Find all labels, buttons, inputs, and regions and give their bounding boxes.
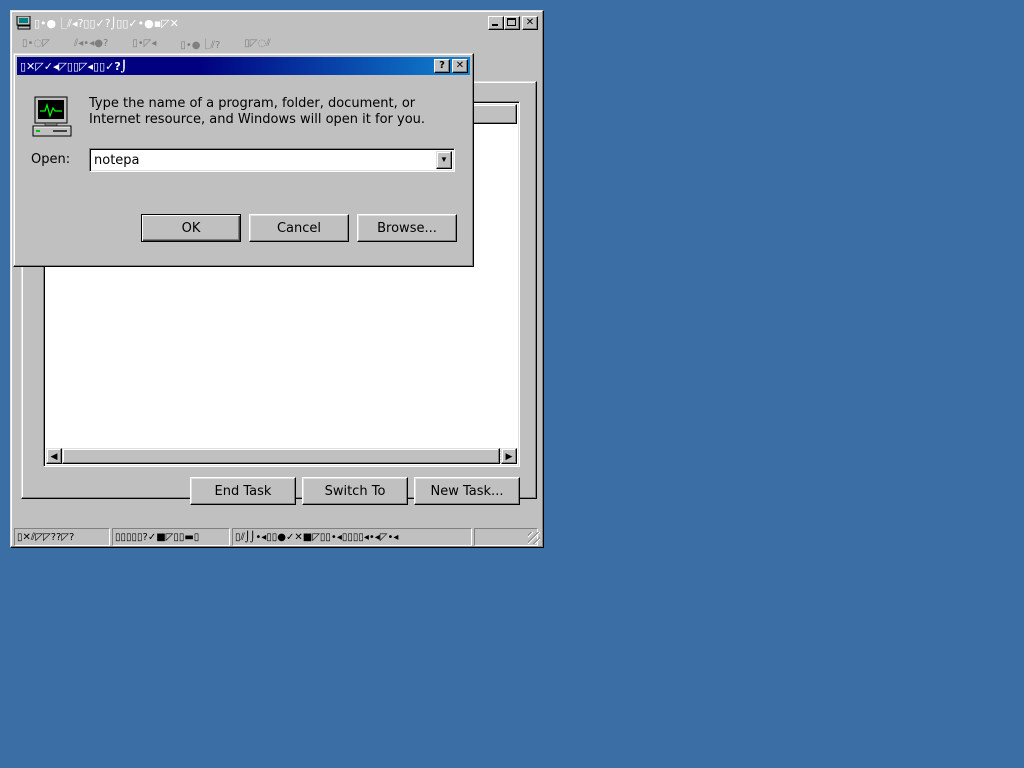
open-combobox[interactable]: ▼ <box>89 148 455 172</box>
open-label: Open: <box>31 152 71 167</box>
resize-grip[interactable] <box>528 532 540 544</box>
close-icon: ✕ <box>525 17 535 28</box>
run-dialog-title: ▯✕◸✓◂◸▯▯◸◂▯▯✓?⌡ <box>20 59 128 73</box>
status-pane-processes: ▯✕⫽◸◸??◸? <box>14 528 110 546</box>
run-dialog-titlebar[interactable]: ▯✕◸✓◂◸▯▯◸◂▯▯✓?⌡ ? ✕ <box>17 57 470 75</box>
arrow-left-icon: ◀ <box>50 451 58 461</box>
menu-item[interactable]: ▯•◌◸ <box>22 38 50 49</box>
desktop: ▯•●⎿⫽◂?▯▯✓?⌡▯▯✓•●▪◸✕ ✕ ▯•◌◸ ⫽◂•◂●? ▯•◸◂ … <box>0 0 1024 768</box>
task-manager-menubar: ▯•◌◸ ⫽◂•◂●? ▯•◸◂ ▯•●⎿⫽? ▯◸◌⫽ <box>14 34 540 52</box>
menu-item[interactable]: ▯•◸◂ <box>132 38 156 49</box>
cancel-button[interactable]: Cancel <box>249 214 349 242</box>
chevron-down-icon: ▼ <box>440 155 448 164</box>
status-pane-memory: ▯⫽⌡⌡•◂▯▯●✓✕■◸▯▯•◂▯▯▯▯◂•◂◸•◂ <box>232 528 472 546</box>
scroll-right-button[interactable]: ▶ <box>501 448 517 464</box>
scroll-left-button[interactable]: ◀ <box>46 448 62 464</box>
minimize-button[interactable] <box>488 16 504 30</box>
menu-item[interactable]: ▯◸◌⫽ <box>244 38 270 49</box>
run-computer-icon <box>31 96 75 140</box>
run-description: Type the name of a program, folder, docu… <box>89 96 459 128</box>
menu-item[interactable]: ⫽◂•◂●? <box>74 38 108 49</box>
computer-icon <box>16 15 32 30</box>
menu-item[interactable]: ▯•●⎿⫽? <box>180 36 220 51</box>
status-pane-cpu: ▯▯▯▯▯?✓■◸▯▯▬▯ <box>112 528 230 546</box>
task-manager-statusbar: ▯✕⫽◸◸??◸? ▯▯▯▯▯?✓■◸▯▯▬▯ ▯⫽⌡⌡•◂▯▯●✓✕■◸▯▯•… <box>14 528 540 546</box>
combo-dropdown-button[interactable]: ▼ <box>436 151 452 169</box>
help-button[interactable]: ? <box>434 59 450 73</box>
end-task-button[interactable]: End Task <box>190 477 296 505</box>
run-description-line1: Type the name of a program, folder, docu… <box>89 96 416 111</box>
open-input[interactable] <box>92 151 434 169</box>
task-manager-title: ▯•●⎿⫽◂?▯▯✓?⌡▯▯✓•●▪◸✕ <box>34 17 179 30</box>
browse-button[interactable]: Browse... <box>357 214 457 242</box>
switch-to-button[interactable]: Switch To <box>302 477 408 505</box>
run-description-line2: Internet resource, and Windows will open… <box>89 112 426 127</box>
maximize-icon <box>507 18 516 26</box>
scroll-thumb[interactable] <box>62 448 500 464</box>
horizontal-scrollbar[interactable]: ◀ ▶ <box>46 448 517 464</box>
ok-button[interactable]: OK <box>141 214 241 242</box>
close-button[interactable]: ✕ <box>522 16 538 30</box>
question-mark-icon: ? <box>439 60 445 71</box>
maximize-button[interactable] <box>504 16 520 30</box>
task-manager-titlebar[interactable]: ▯•●⎿⫽◂?▯▯✓?⌡▯▯✓•●▪◸✕ ✕ <box>14 14 540 32</box>
run-dialog: ▯✕◸✓◂◸▯▯◸◂▯▯✓?⌡ ? ✕ Type the name of a p… <box>13 53 474 267</box>
new-task-button[interactable]: New Task... <box>414 477 520 505</box>
minimize-icon <box>492 24 498 26</box>
run-close-button[interactable]: ✕ <box>452 59 468 73</box>
close-icon: ✕ <box>455 60 465 71</box>
arrow-right-icon: ▶ <box>505 451 513 461</box>
